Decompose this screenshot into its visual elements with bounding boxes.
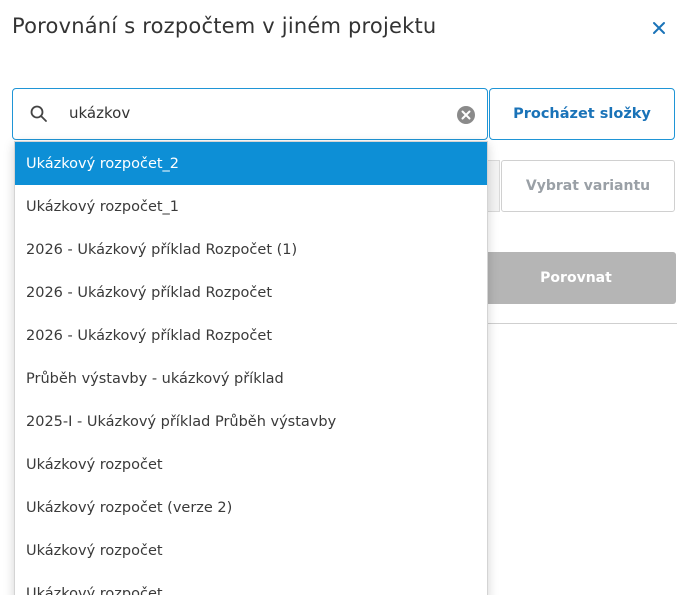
clear-circle-icon[interactable] (456, 105, 476, 125)
compare-button[interactable]: Porovnat (476, 252, 676, 304)
search-box[interactable] (12, 88, 488, 140)
dialog-title: Porovnání s rozpočtem v jiném projektu (12, 14, 437, 38)
dropdown-option[interactable]: Průběh výstavby - ukázkový příklad (15, 357, 487, 400)
search-input[interactable] (69, 104, 449, 122)
search-icon (30, 105, 47, 122)
dropdown-option[interactable]: Ukázkový rozpočet (15, 529, 487, 572)
close-icon[interactable] (645, 14, 673, 42)
dropdown-option[interactable]: 2026 - Ukázkový příklad Rozpočet (15, 314, 487, 357)
dropdown-option[interactable]: 2025-I - Ukázkový příklad Průběh výstavb… (15, 400, 487, 443)
dropdown-option[interactable]: 2026 - Ukázkový příklad Rozpočet (15, 271, 487, 314)
select-variant-button[interactable]: Vybrat variantu (501, 160, 675, 212)
dropdown-option[interactable]: Ukázkový rozpočet (15, 572, 487, 595)
browse-folders-button[interactable]: Procházet složky (489, 88, 675, 140)
compare-dialog: Porovnání s rozpočtem v jiném projektu P… (0, 0, 677, 595)
dropdown-option[interactable]: Ukázkový rozpočet (verze 2) (15, 486, 487, 529)
autocomplete-dropdown: Ukázkový rozpočet_2 Ukázkový rozpočet_1 20… (14, 141, 488, 595)
divider (476, 323, 677, 324)
dropdown-option[interactable]: Ukázkový rozpočet (15, 443, 487, 486)
dropdown-option[interactable]: 2026 - Ukázkový příklad Rozpočet (1) (15, 228, 487, 271)
dropdown-option[interactable]: Ukázkový rozpočet_2 (15, 142, 487, 185)
dropdown-option[interactable]: Ukázkový rozpočet_1 (15, 185, 487, 228)
